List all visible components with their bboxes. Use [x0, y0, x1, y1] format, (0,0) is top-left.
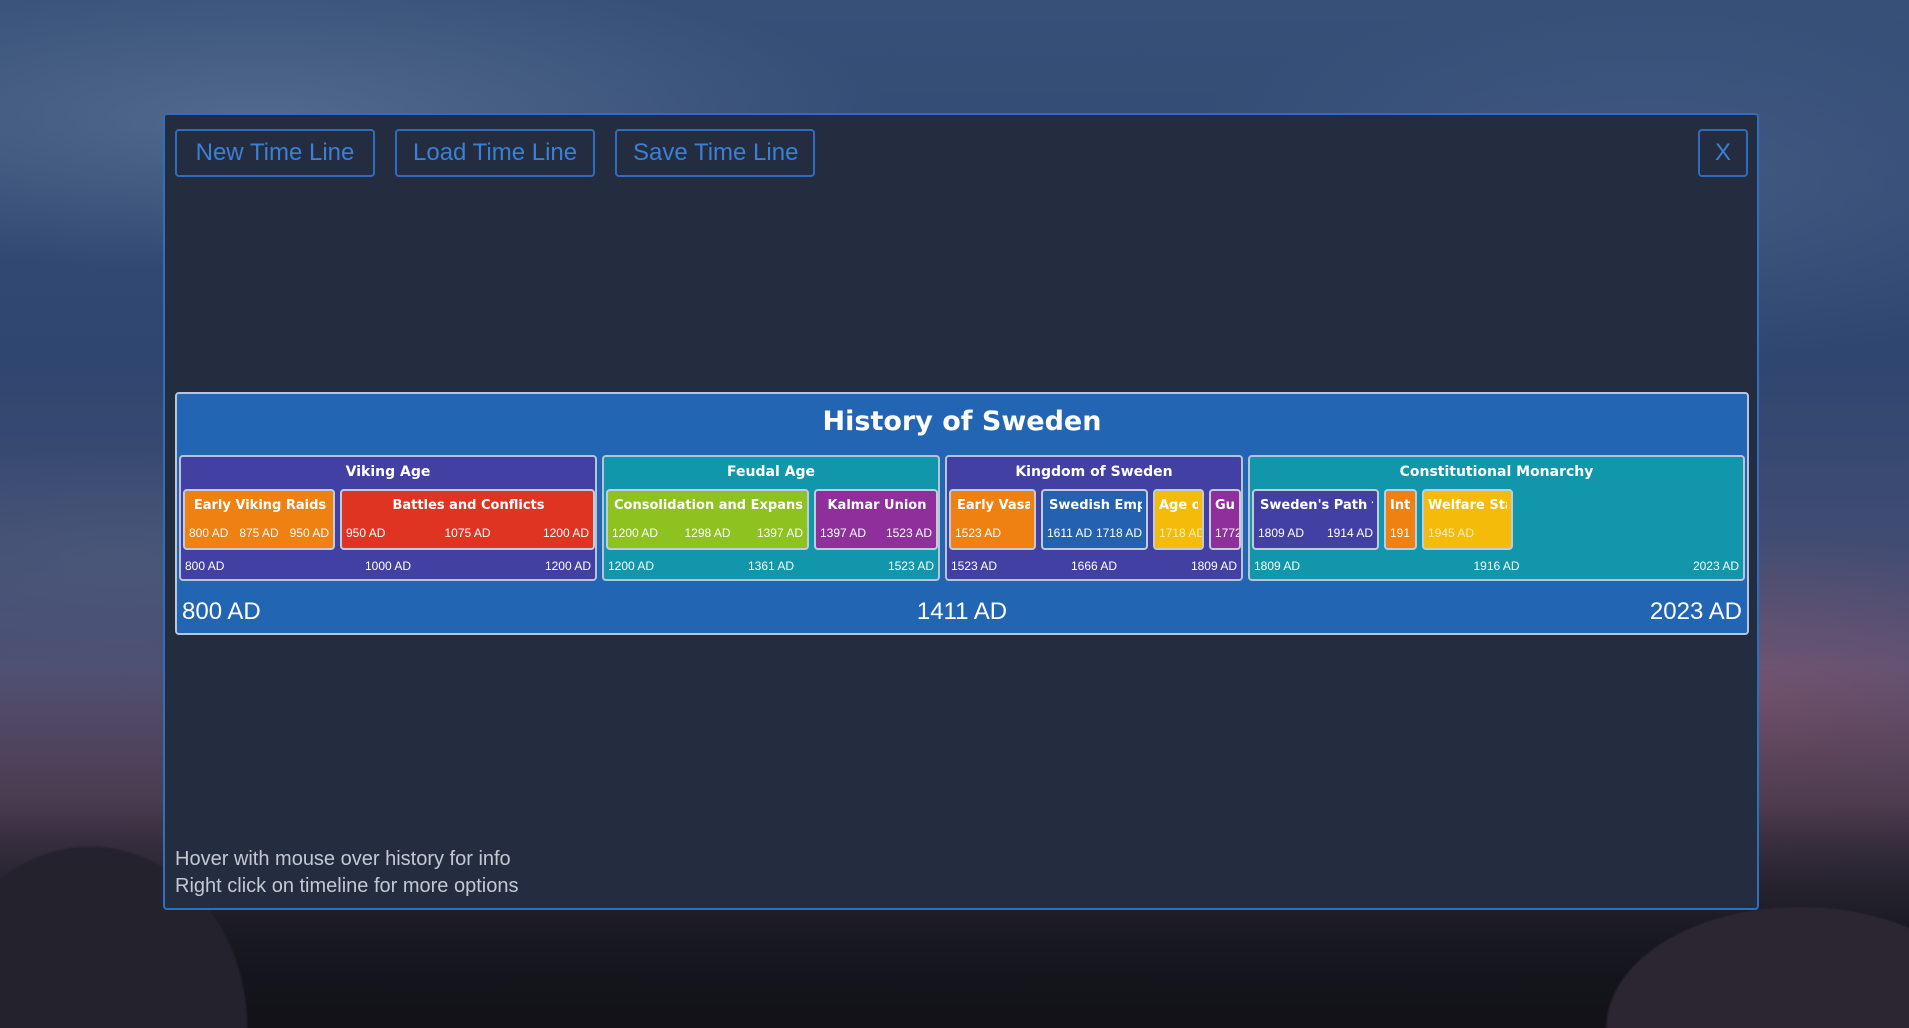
subperiod-end-date: 1200 AD [542, 526, 589, 540]
subperiod-early-viking-raids[interactable]: Early Viking Raids 800 AD 875 AD 950 AD [183, 489, 335, 550]
era-end-date: 1809 AD [1190, 559, 1237, 573]
help-hints: Hover with mouse over history for info R… [175, 846, 518, 900]
timeline-end-date: 2023 AD [1649, 598, 1742, 625]
era-constitutional-monarchy[interactable]: Constitutional Monarchy Sweden's Path to… [1248, 455, 1745, 581]
save-timeline-button[interactable]: Save Time Line [615, 129, 815, 177]
subperiod-consolidation-and-expansion[interactable]: Consolidation and Expansion 1200 AD 1298… [606, 489, 809, 550]
era-end-date: 1200 AD [544, 559, 591, 573]
subperiod-swedish-empire[interactable]: Swedish Empire 1611 AD 1718 AD [1041, 489, 1148, 550]
subperiod-early-vasa-era[interactable]: Early Vasa era 1523 AD [949, 489, 1036, 550]
subperiod-title: Consolidation and Expansion [614, 498, 803, 513]
subperiod-title: Gus [1215, 498, 1235, 513]
subperiod-end-date: 1718 AD [1095, 526, 1142, 540]
hint-right-click: Right click on timeline for more options [175, 875, 519, 897]
hint-hover: Hover with mouse over history for info [175, 848, 511, 870]
timeline-mid-date: 1411 AD [916, 598, 1008, 625]
era-title: Feudal Age [727, 464, 815, 480]
subperiod-end-date: 1914 AD [1326, 526, 1373, 540]
era-end-date: 1523 AD [887, 559, 934, 573]
era-mid-date: 1916 AD [1473, 559, 1520, 573]
subperiod-start-date: 1611 AD [1047, 526, 1093, 540]
subperiod-title: Welfare Stat [1428, 498, 1507, 513]
subperiod-title: Age of [1159, 498, 1198, 513]
subperiod-start-date: 1772 [1215, 526, 1241, 540]
load-timeline-button[interactable]: Load Time Line [395, 129, 595, 177]
subperiod-title: Swedish Empire [1049, 498, 1142, 513]
era-title: Viking Age [345, 464, 431, 480]
era-viking-age[interactable]: Viking Age Early Viking Raids 800 AD 875… [179, 455, 597, 581]
subperiod-age-of[interactable]: Age of 1718 AD [1153, 489, 1204, 550]
era-feudal-age[interactable]: Feudal Age Consolidation and Expansion 1… [602, 455, 940, 581]
timeline[interactable]: History of Sweden Viking Age Early Vikin… [175, 392, 1749, 635]
era-kingdom-of-sweden[interactable]: Kingdom of Sweden Early Vasa era 1523 AD… [945, 455, 1243, 581]
era-title: Kingdom of Sweden [1015, 464, 1173, 480]
subperiod-end-date: 1523 AD [885, 526, 932, 540]
subperiod-title: Sweden's Path to [1260, 498, 1373, 513]
subperiod-start-date: 1523 AD [955, 526, 1002, 540]
era-mid-date: 1000 AD [364, 559, 412, 573]
subperiod-title: Kalmar Union [827, 498, 927, 513]
subperiod-gus[interactable]: Gus 1772 [1209, 489, 1241, 550]
subperiod-start-date: 1945 AD [1428, 526, 1475, 540]
subperiod-start-date: 1397 AD [820, 526, 867, 540]
era-end-date: 2023 AD [1692, 559, 1739, 573]
new-timeline-button[interactable]: New Time Line [175, 129, 375, 177]
subperiod-kalmar-union[interactable]: Kalmar Union 1397 AD 1523 AD [814, 489, 938, 550]
subperiod-title: Int [1390, 498, 1411, 513]
subperiod-start-date: 191 [1390, 526, 1411, 540]
subperiod-title: Early Vasa era [957, 498, 1030, 513]
subperiod-welfare-state[interactable]: Welfare Stat 1945 AD [1422, 489, 1513, 550]
subperiod-start-date: 1809 AD [1258, 526, 1305, 540]
timeline-window: New Time Line Load Time Line Save Time L… [163, 113, 1759, 910]
timeline-title: History of Sweden [822, 406, 1102, 437]
subperiod-title: Early Viking Raids [193, 498, 327, 513]
subperiod-battles-and-conflicts[interactable]: Battles and Conflicts 950 AD 1075 AD 120… [340, 489, 595, 550]
subperiod-int[interactable]: Int 191 [1384, 489, 1417, 550]
close-button[interactable]: X [1698, 129, 1748, 177]
subperiod-title: Battles and Conflicts [392, 498, 545, 513]
subperiod-swedens-path-to[interactable]: Sweden's Path to 1809 AD 1914 AD [1252, 489, 1379, 550]
subperiod-end-date: 950 AD [289, 526, 329, 540]
subperiod-end-date: 1397 AD [756, 526, 803, 540]
era-title: Constitutional Monarchy [1399, 464, 1594, 480]
subperiod-start-date: 1718 AD [1159, 526, 1204, 540]
